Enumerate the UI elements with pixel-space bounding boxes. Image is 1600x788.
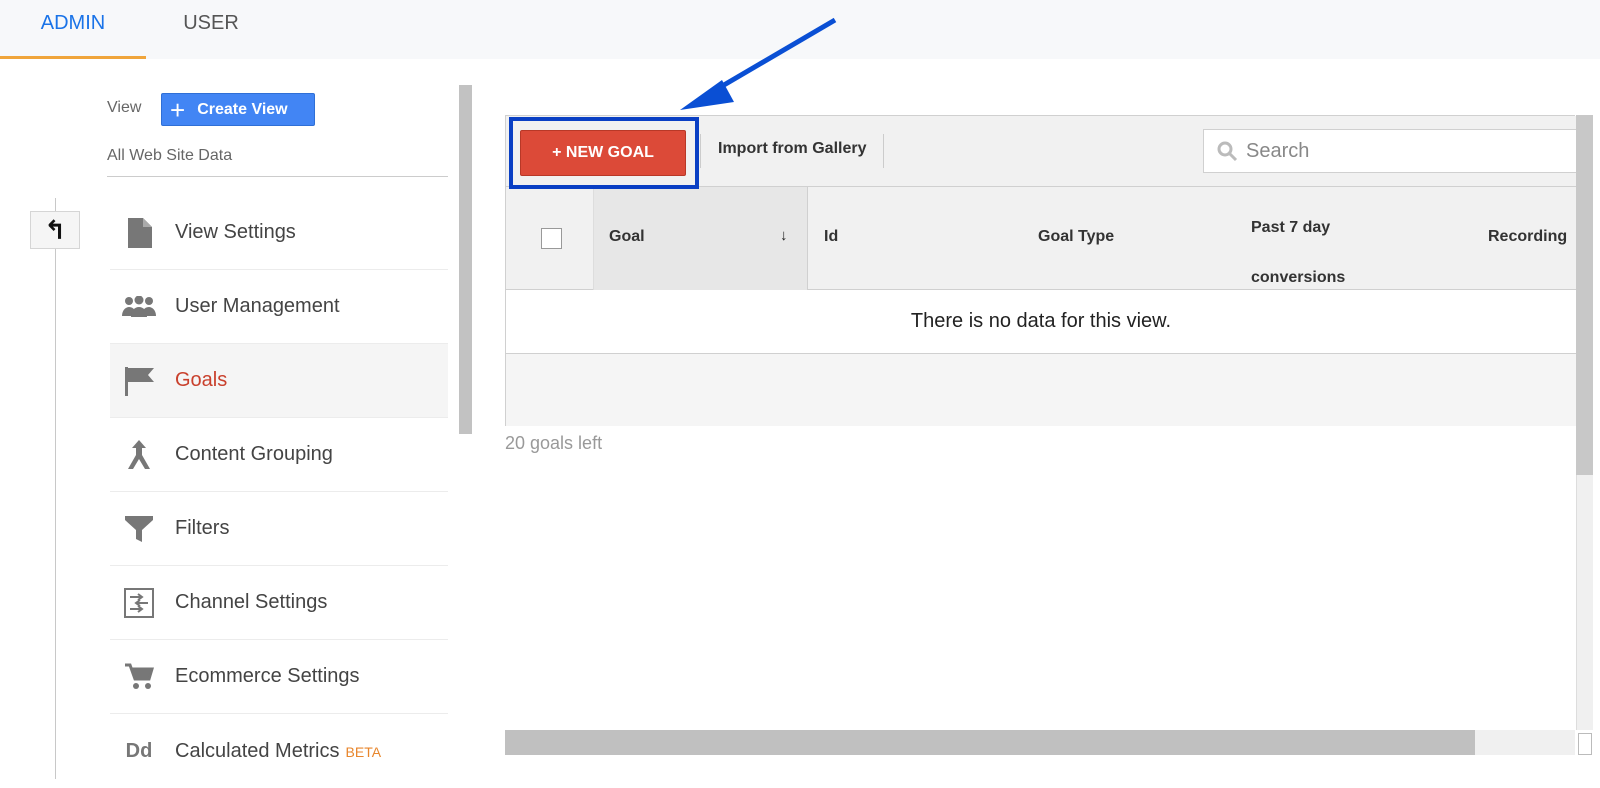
annotation-arrow-icon — [680, 17, 837, 110]
